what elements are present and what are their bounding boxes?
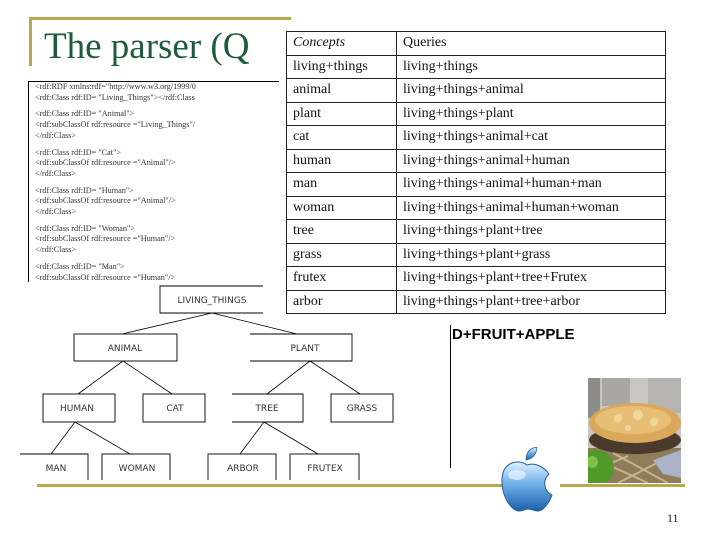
query-cell: living+things+animal+cat bbox=[396, 125, 666, 150]
concept-cell: grass bbox=[286, 242, 397, 267]
concept-cell: plant bbox=[286, 101, 397, 126]
query-cell: living+things+plant+tree+arbor bbox=[396, 289, 666, 314]
table-row: human living+things+animal+human bbox=[286, 148, 666, 173]
rdf-code-line: <rdf:Class rdf:ID= "Woman"> bbox=[35, 223, 135, 233]
table-header-row: Concepts Queries bbox=[286, 31, 666, 56]
query-cell: living+things+animal bbox=[396, 78, 666, 103]
page-number: 11 bbox=[667, 511, 679, 525]
edge-tree-frutex bbox=[263, 421, 319, 455]
node-man: MAN bbox=[46, 464, 67, 474]
node-cat: CAT bbox=[166, 404, 184, 414]
node-woman: WOMAN bbox=[119, 464, 156, 474]
node-frutex: FRUTEX bbox=[307, 464, 342, 474]
concept-cell: woman bbox=[286, 195, 397, 220]
rdf-code-line: <rdf:subClassOf rdf:resource ="Living_Th… bbox=[35, 120, 196, 130]
rdf-code-line: <rdf:RDF xmlns:rdf="http://www.w3.org/19… bbox=[35, 82, 196, 91]
edge-tree-arbor bbox=[239, 421, 265, 455]
rdf-code-line: </rdf:Class> bbox=[35, 168, 77, 178]
fruit-query-label: D+FRUIT+APPLE bbox=[452, 326, 575, 343]
query-cell: living+things bbox=[396, 54, 666, 79]
node-animal: ANIMAL bbox=[108, 344, 142, 354]
edge-living-animal bbox=[121, 312, 213, 335]
title-accent-horizontal bbox=[29, 17, 291, 20]
rdf-code-line: <rdf:Class rdf:ID= "Cat"> bbox=[35, 147, 122, 157]
query-cell: living+things+animal+human bbox=[396, 148, 666, 173]
concept-cell: human bbox=[286, 148, 397, 173]
node-arbor: ARBOR bbox=[227, 464, 259, 474]
table-row: living+things living+things bbox=[286, 54, 666, 79]
concept-cell: animal bbox=[286, 78, 397, 103]
footer-rule-right bbox=[560, 484, 685, 487]
edge-plant-tree bbox=[266, 360, 311, 395]
concept-cell: cat bbox=[286, 125, 397, 150]
node-human: HUMAN bbox=[60, 404, 94, 414]
rdf-code-line: <rdf:subClassOf rdf:resource ="Human"/> bbox=[35, 234, 176, 244]
edge-human-man bbox=[50, 421, 76, 455]
concept-cell: living+things bbox=[286, 54, 397, 79]
edge-living-plant bbox=[211, 312, 298, 335]
query-cell: living+things+plant+tree+Frutex bbox=[396, 266, 666, 291]
title-accent-vertical bbox=[29, 17, 32, 66]
edge-human-woman bbox=[74, 421, 131, 455]
node-grass: GRASS bbox=[347, 404, 378, 414]
table-row: animal living+things+animal bbox=[286, 78, 666, 103]
query-cell: living+things+plant bbox=[396, 101, 666, 126]
fruit-divider-line bbox=[450, 325, 451, 468]
apple-logo bbox=[497, 445, 557, 515]
header-queries: Queries bbox=[396, 31, 666, 56]
concept-cell: tree bbox=[286, 219, 397, 244]
concept-cell: man bbox=[286, 172, 397, 197]
rdf-code-line: <rdf:Class rdf:ID= "Man"> bbox=[35, 261, 125, 271]
table-row: man living+things+animal+human+man bbox=[286, 172, 666, 197]
table-row: woman living+things+animal+human+woman bbox=[286, 195, 666, 220]
rdf-code-line: <rdf:Class rdf:ID= "Living_Things"></rdf… bbox=[35, 92, 195, 102]
edge-animal-cat bbox=[122, 360, 173, 395]
node-tree: TREE bbox=[254, 404, 278, 414]
table-row: plant living+things+plant bbox=[286, 101, 666, 126]
edge-animal-human bbox=[77, 360, 124, 395]
table-row: cat living+things+animal+cat bbox=[286, 125, 666, 150]
concept-query-table: Concepts Queries living+things living+thi… bbox=[286, 31, 666, 314]
rdf-code-line: <rdf:Class rdf:ID= "Animal"> bbox=[35, 109, 135, 119]
node-plant: PLANT bbox=[290, 344, 320, 354]
header-concepts: Concepts bbox=[286, 31, 397, 56]
rdf-code-line: <rdf:Class rdf:ID= "Human"> bbox=[35, 185, 134, 195]
rdf-code-snippet: <rdf:RDF xmlns:rdf="http://www.w3.org/19… bbox=[28, 81, 279, 282]
node-living-things: LIVING_THINGS bbox=[177, 296, 246, 306]
edge-plant-grass bbox=[309, 360, 361, 395]
rdf-code-line: <rdf:subClassOf rdf:resource ="Animal"/> bbox=[35, 196, 176, 206]
table-row: tree living+things+plant+tree bbox=[286, 219, 666, 244]
query-cell: living+things+plant+grass bbox=[396, 242, 666, 267]
query-cell: living+things+animal+human+man bbox=[396, 172, 666, 197]
footer-rule-left bbox=[37, 484, 505, 487]
rdf-code-line: </rdf:Class> bbox=[35, 207, 77, 217]
concept-tree-diagram: LIVING_THINGS ANIMAL PLANT HUMAN CAT TRE… bbox=[20, 285, 394, 480]
apple-pie-photo bbox=[588, 378, 681, 483]
slide-title: The parser (Q bbox=[44, 26, 250, 67]
rdf-code-line: </rdf:Class> bbox=[35, 245, 77, 255]
rdf-code-line: <rdf:subClassOf rdf:resource ="Animal"/> bbox=[35, 158, 176, 168]
query-cell: living+things+plant+tree bbox=[396, 219, 666, 244]
rdf-code-line: </rdf:Class> bbox=[35, 130, 77, 140]
table-row: grass living+things+plant+grass bbox=[286, 242, 666, 267]
query-cell: living+things+animal+human+woman bbox=[396, 195, 666, 220]
